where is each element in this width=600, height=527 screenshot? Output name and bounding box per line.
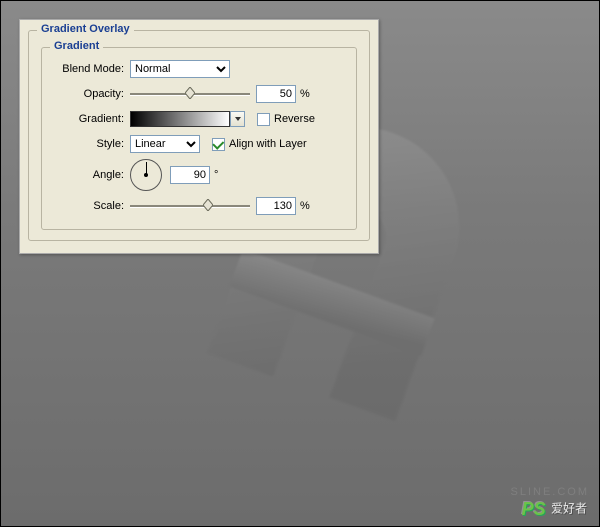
gradient-dropdown-button[interactable] xyxy=(230,111,245,127)
angle-dial[interactable] xyxy=(130,159,162,191)
slider-track xyxy=(130,205,250,208)
watermark-text: 爱好者 xyxy=(548,502,587,516)
blend-mode-select[interactable]: Normal xyxy=(130,60,230,78)
scale-label: Scale: xyxy=(52,200,130,212)
opacity-row: Opacity: % xyxy=(52,84,346,104)
gradient-row: Gradient: Reverse xyxy=(52,109,346,129)
blend-mode-label: Blend Mode: xyxy=(52,63,130,75)
panel-title: Gradient Overlay xyxy=(37,23,134,35)
reverse-label[interactable]: Reverse xyxy=(274,113,315,125)
opacity-unit: % xyxy=(300,88,310,100)
watermark-prefix: PS xyxy=(522,499,546,520)
align-checkbox[interactable] xyxy=(212,138,225,151)
chevron-down-icon xyxy=(235,117,241,121)
slider-handle[interactable] xyxy=(203,199,213,211)
gradient-overlay-panel: Gradient Overlay Gradient Blend Mode: No… xyxy=(19,19,379,254)
watermark: PS 爱好者 xyxy=(522,499,587,520)
style-label: Style: xyxy=(52,138,130,150)
angle-unit: ° xyxy=(214,169,218,181)
blend-mode-row: Blend Mode: Normal xyxy=(52,59,346,79)
opacity-label: Opacity: xyxy=(52,88,130,100)
angle-row: Angle: ° xyxy=(52,159,346,191)
gradient-label: Gradient: xyxy=(52,113,130,125)
style-select[interactable]: Linear xyxy=(130,135,200,153)
align-label[interactable]: Align with Layer xyxy=(229,138,307,150)
reverse-checkbox[interactable] xyxy=(257,113,270,126)
scale-value[interactable] xyxy=(256,197,296,215)
group-title: Gradient xyxy=(50,40,103,52)
style-row: Style: Linear Align with Layer xyxy=(52,134,346,154)
scale-unit: % xyxy=(300,200,310,212)
angle-needle xyxy=(146,162,147,175)
gradient-swatch[interactable] xyxy=(130,111,230,127)
opacity-slider[interactable] xyxy=(130,87,250,101)
angle-value[interactable] xyxy=(170,166,210,184)
scale-row: Scale: % xyxy=(52,196,346,216)
slider-handle[interactable] xyxy=(185,87,195,99)
inner-groupbox: Gradient Blend Mode: Normal Opacity: % xyxy=(41,47,357,230)
outer-groupbox: Gradient Overlay Gradient Blend Mode: No… xyxy=(28,30,370,241)
scale-slider[interactable] xyxy=(130,199,250,213)
opacity-value[interactable] xyxy=(256,85,296,103)
faint-url-text: SLINE.COM xyxy=(510,486,589,498)
angle-label: Angle: xyxy=(52,169,130,181)
